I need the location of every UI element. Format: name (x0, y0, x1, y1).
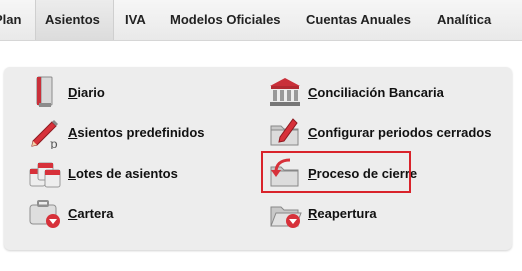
menu-entry-asientos-predefinidos[interactable]: p Asientos predefinidos (28, 115, 205, 149)
menu-item-modelos-oficiales[interactable]: Modelos Oficiales (170, 0, 281, 40)
folder-open-icon (270, 206, 302, 228)
book-icon (36, 76, 53, 107)
folder-arrow-icon (270, 158, 299, 187)
menu-entry-reapertura[interactable]: Reapertura (268, 196, 377, 230)
menu-entry-label: Reapertura (308, 205, 377, 221)
menu-item-plan[interactable]: Plan (0, 0, 21, 40)
top-menubar: Plan Asientos IVA Modelos Oficiales Cuen… (0, 0, 522, 41)
menu-entry-label: Cartera (68, 205, 114, 221)
bank-icon (270, 78, 300, 106)
menu-entry-label: Configurar periodos cerrados (308, 124, 492, 140)
menu-entry-configurar-periodos-cerrados[interactable]: Configurar periodos cerrados (268, 115, 491, 149)
menu-entry-label: Diario (68, 84, 105, 100)
menu-item-asientos[interactable]: Asientos (35, 0, 114, 40)
menu-entry-label: Proceso de cierre (308, 165, 418, 181)
menu-item-analitica[interactable]: Analítica (437, 0, 491, 40)
menu-entry-label: Asientos predefinidos (68, 124, 205, 140)
briefcase-icon (29, 200, 60, 228)
svg-text:p: p (50, 137, 58, 149)
menu-entry-lotes-de-asientos[interactable]: Lotes de asientos (28, 156, 178, 190)
menu-entry-cartera[interactable]: Cartera (28, 196, 114, 230)
menu-entry-proceso-de-cierre[interactable]: Proceso de cierre (268, 156, 417, 190)
menu-entry-label: Lotes de asientos (68, 165, 178, 181)
folder-edit-icon (270, 118, 299, 146)
menu-entry-label: Conciliación Bancaria (308, 84, 444, 100)
menu-item-cuentas-anuales[interactable]: Cuentas Anuales (306, 0, 411, 40)
calendar-stack-icon (29, 162, 61, 188)
menu-entry-diario[interactable]: Diario (28, 75, 105, 109)
pencil-icon: p (31, 120, 58, 149)
menu-entry-conciliacion-bancaria[interactable]: Conciliación Bancaria (268, 75, 444, 109)
menu-item-iva[interactable]: IVA (125, 0, 146, 40)
